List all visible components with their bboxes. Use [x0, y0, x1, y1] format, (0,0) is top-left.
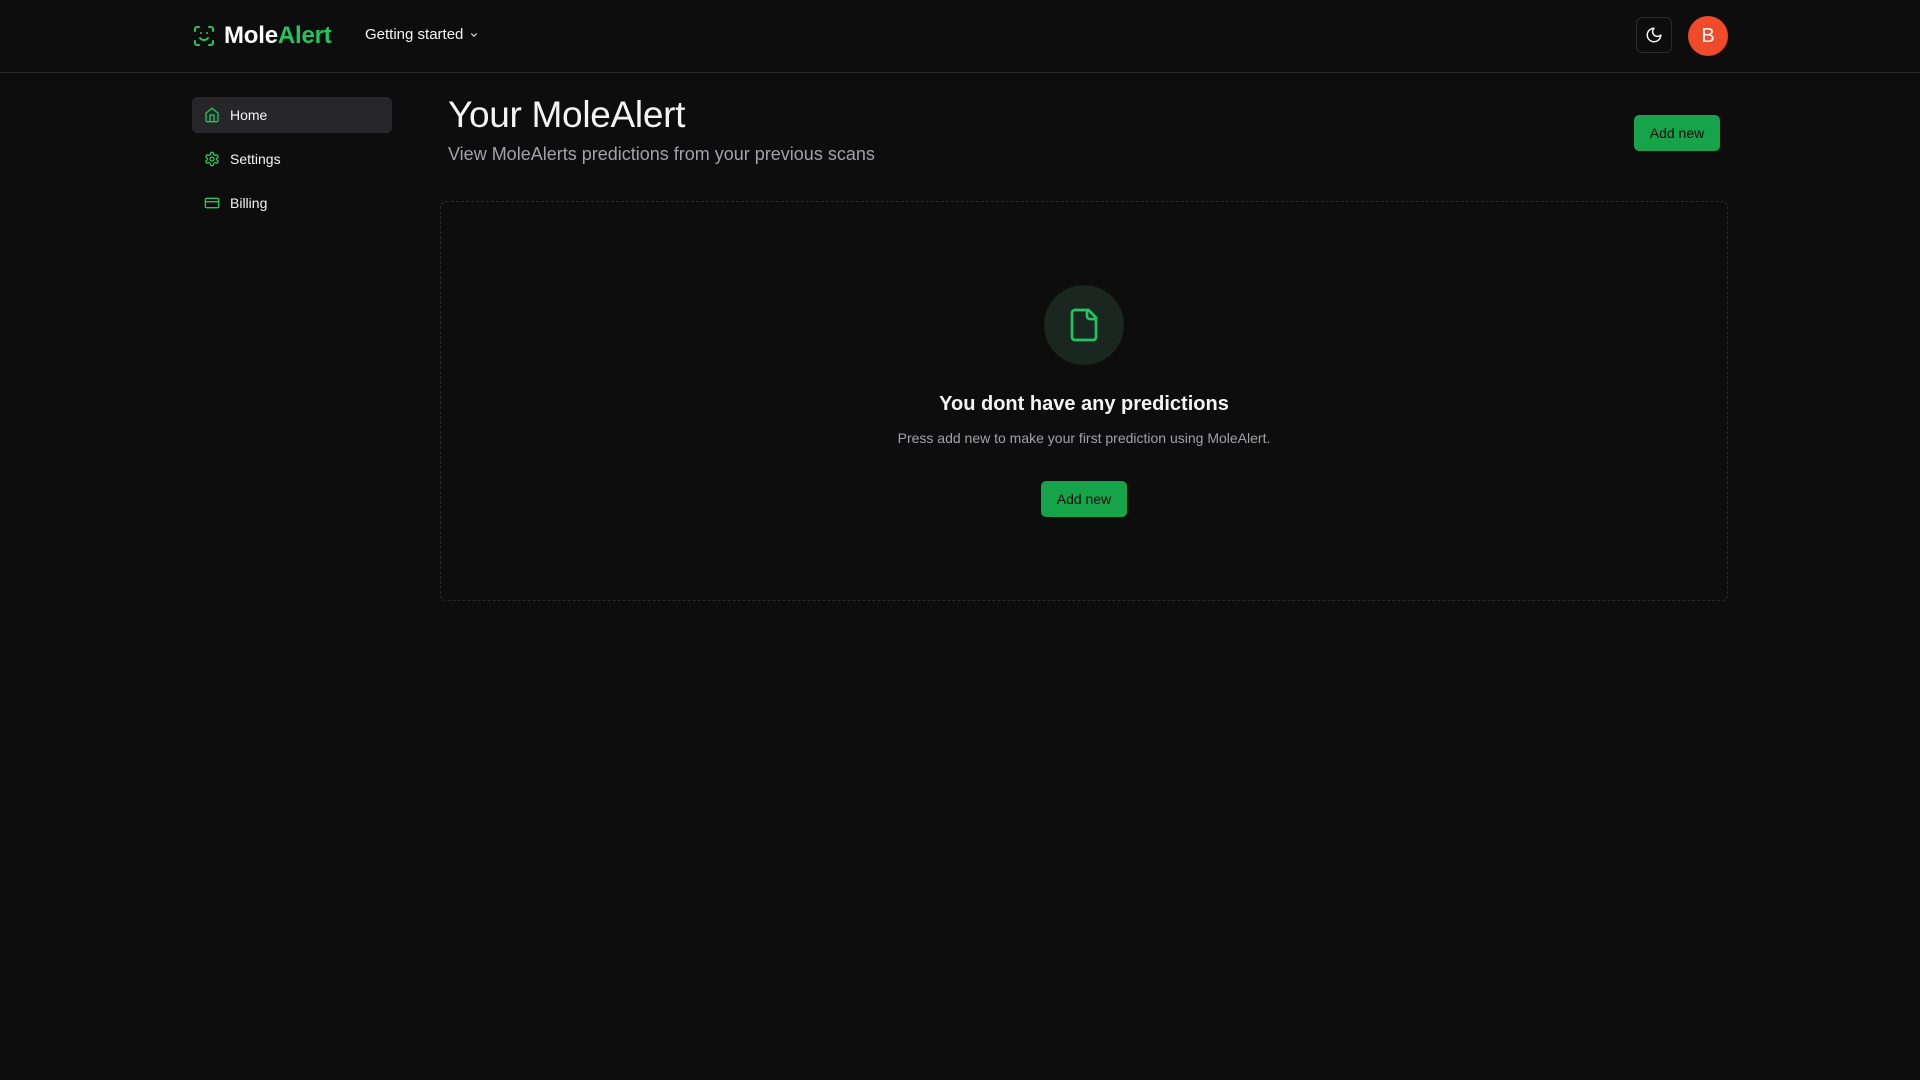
getting-started-menu[interactable]: Getting started — [365, 26, 479, 43]
theme-toggle-button[interactable] — [1636, 17, 1672, 53]
sidebar-item-label: Billing — [230, 195, 268, 211]
page-title: Your MoleAlert — [448, 94, 686, 135]
gear-icon — [204, 151, 220, 167]
add-new-button[interactable]: Add new — [1634, 115, 1720, 151]
credit-card-icon — [204, 195, 220, 211]
sidebar-item-billing[interactable]: Billing — [192, 185, 392, 221]
empty-state-title: You dont have any predictions — [939, 393, 1229, 415]
page-subtitle: View MoleAlerts predictions from your pr… — [448, 144, 875, 164]
empty-state-icon-container — [1044, 285, 1124, 365]
sidebar-item-settings[interactable]: Settings — [192, 141, 392, 177]
empty-state-description: Press add new to make your first predict… — [897, 430, 1271, 446]
getting-started-label: Getting started — [365, 26, 464, 43]
sidebar-item-home[interactable]: Home — [192, 97, 392, 133]
logo-text: MoleAlert — [224, 22, 332, 50]
scan-face-icon — [192, 24, 216, 48]
file-icon — [1066, 305, 1102, 345]
sidebar: Home Settings Billing — [192, 97, 392, 229]
sidebar-item-label: Home — [230, 107, 268, 123]
logo-text-alert: Alert — [277, 22, 332, 49]
logo-text-mole: Mole — [224, 22, 278, 49]
user-avatar[interactable]: B — [1688, 16, 1728, 56]
chevron-down-icon — [469, 30, 479, 40]
empty-state-add-new-button[interactable]: Add new — [1041, 481, 1127, 517]
sidebar-item-label: Settings — [230, 151, 281, 167]
home-icon — [204, 107, 220, 123]
moon-icon — [1645, 26, 1663, 44]
empty-state-card: You dont have any predictions Press add … — [440, 201, 1728, 601]
top-header: MoleAlert Getting started B — [0, 0, 1920, 73]
app-logo[interactable]: MoleAlert — [192, 20, 332, 52]
